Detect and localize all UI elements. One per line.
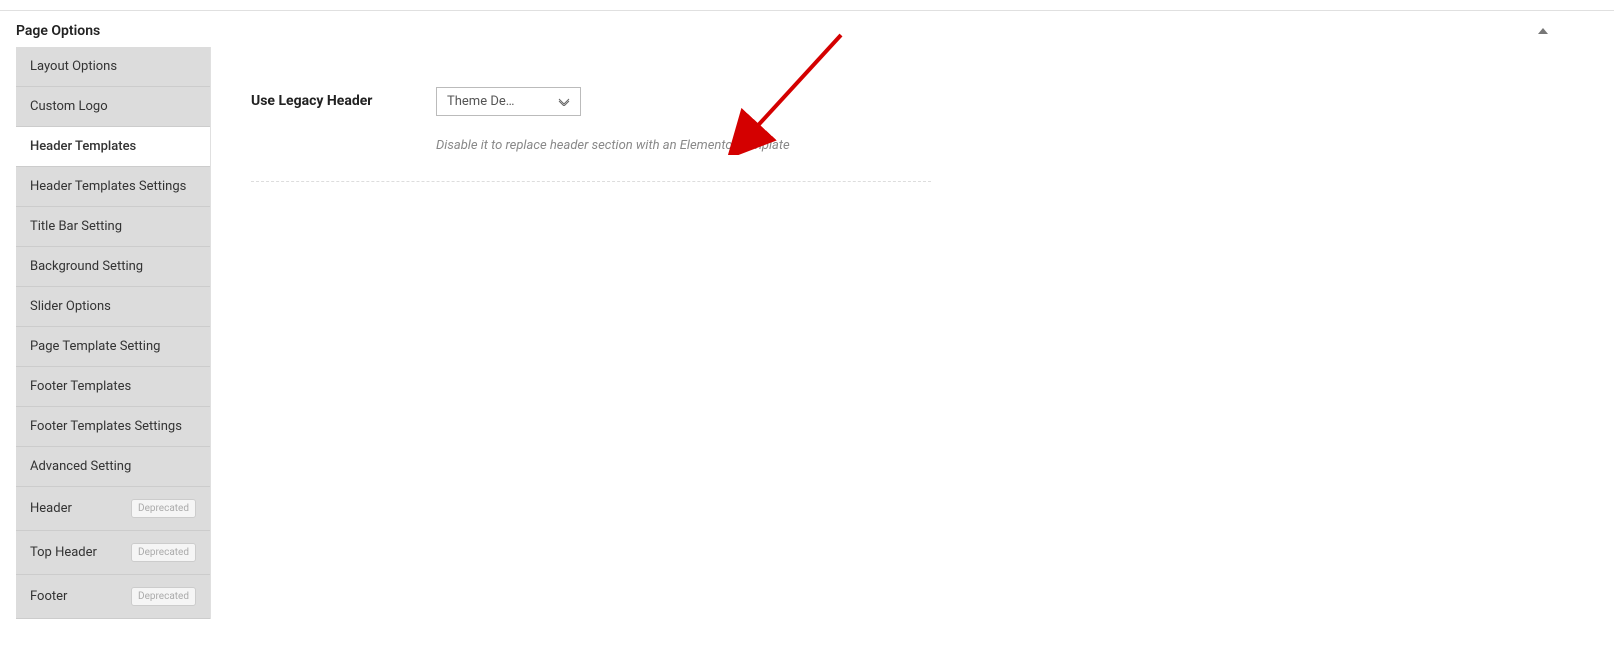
- sidebar-item-label: Header: [30, 501, 72, 516]
- sidebar-item-slider-options[interactable]: Slider Options: [16, 287, 210, 327]
- deprecated-badge: Deprecated: [131, 499, 196, 518]
- collapse-up-icon[interactable]: [1538, 28, 1548, 34]
- divider: [251, 181, 931, 182]
- deprecated-badge: Deprecated: [131, 543, 196, 562]
- legacy-header-select[interactable]: Theme De…: [436, 87, 581, 116]
- sidebar-item-footer-templates-settings[interactable]: Footer Templates Settings: [16, 407, 210, 447]
- chevron-down-icon: [558, 98, 570, 106]
- sidebar-item-label: Footer Templates: [30, 379, 131, 394]
- sidebar-item-footer[interactable]: Footer Deprecated: [16, 575, 210, 619]
- content-area: Use Legacy Header Theme De… Disable it t…: [211, 47, 971, 182]
- sidebar-item-footer-templates[interactable]: Footer Templates: [16, 367, 210, 407]
- sidebar-item-label: Page Template Setting: [30, 339, 160, 354]
- deprecated-badge: Deprecated: [131, 587, 196, 606]
- sidebar-item-label: Advanced Setting: [30, 459, 131, 474]
- sidebar-item-custom-logo[interactable]: Custom Logo: [16, 87, 210, 127]
- field-label: Use Legacy Header: [251, 87, 436, 109]
- sidebar-item-top-header[interactable]: Top Header Deprecated: [16, 531, 210, 575]
- sidebar-item-label: Slider Options: [30, 299, 111, 314]
- sidebar-item-header-templates-settings[interactable]: Header Templates Settings: [16, 167, 210, 207]
- sidebar-item-label: Title Bar Setting: [30, 219, 122, 234]
- sidebar-item-page-template-setting[interactable]: Page Template Setting: [16, 327, 210, 367]
- sidebar-item-label: Header Templates: [30, 139, 136, 154]
- sidebar-item-layout-options[interactable]: Layout Options: [16, 47, 210, 87]
- field-help-text: Disable it to replace header section wit…: [436, 138, 931, 153]
- select-value: Theme De…: [447, 94, 514, 109]
- page-title: Page Options: [16, 23, 100, 39]
- sidebar-item-header[interactable]: Header Deprecated: [16, 487, 210, 531]
- sidebar-item-label: Custom Logo: [30, 99, 108, 114]
- sidebar-item-advanced-setting[interactable]: Advanced Setting: [16, 447, 210, 487]
- sidebar-item-label: Layout Options: [30, 59, 117, 74]
- sidebar-item-label: Footer Templates Settings: [30, 419, 182, 434]
- field-use-legacy-header: Use Legacy Header Theme De… Disable it t…: [251, 87, 931, 181]
- sidebar-item-header-templates[interactable]: Header Templates: [16, 127, 210, 167]
- sidebar-item-background-setting[interactable]: Background Setting: [16, 247, 210, 287]
- sidebar-item-label: Header Templates Settings: [30, 179, 186, 194]
- sidebar-item-label: Footer: [30, 589, 67, 604]
- sidebar: Layout Options Custom Logo Header Template…: [16, 47, 211, 619]
- sidebar-item-label: Background Setting: [30, 259, 143, 274]
- sidebar-item-title-bar-setting[interactable]: Title Bar Setting: [16, 207, 210, 247]
- sidebar-item-label: Top Header: [30, 545, 97, 560]
